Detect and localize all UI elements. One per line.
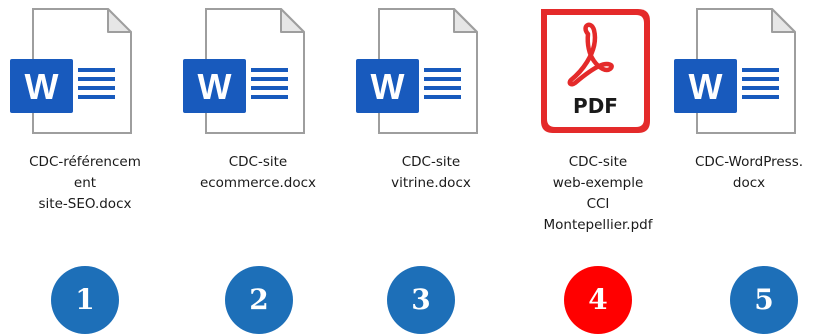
file-name-line: web-exemple bbox=[552, 175, 644, 191]
svg-text:W: W bbox=[198, 66, 232, 107]
file-name-line: docx bbox=[732, 175, 766, 191]
file-name-line: CDC-site bbox=[228, 154, 288, 170]
number-badge: 3 bbox=[387, 266, 455, 334]
file-name-line: Montepellier.pdf bbox=[543, 217, 653, 233]
word-document-icon[interactable]: W bbox=[664, 6, 834, 142]
file-name-line: CDC-référencem bbox=[29, 154, 141, 170]
number-badge: 2 bbox=[225, 266, 293, 334]
number-badge: 4 bbox=[564, 266, 632, 334]
file-name-line: CDC-WordPress. bbox=[694, 154, 804, 170]
file-name-line: CCI bbox=[586, 196, 610, 212]
svg-text:W: W bbox=[25, 66, 59, 107]
file-name-line: ecommerce.docx bbox=[199, 175, 317, 191]
svg-text:W: W bbox=[689, 66, 723, 107]
word-document-icon[interactable]: W bbox=[0, 6, 170, 142]
file-item-2[interactable]: W CDC-site ecommerce.docx 2 bbox=[173, 0, 343, 334]
number-badge: 5 bbox=[730, 266, 798, 334]
pdf-document-icon[interactable]: PDF bbox=[513, 6, 683, 142]
file-item-3[interactable]: W CDC-site vitrine.docx 3 bbox=[346, 0, 516, 334]
file-name-label[interactable]: CDC-site web-exemple CCI Montepellier.pd… bbox=[513, 152, 683, 236]
file-name-label[interactable]: CDC-référencem ent site-SEO.docx bbox=[0, 152, 170, 215]
file-name-line: site-SEO.docx bbox=[38, 196, 132, 212]
file-name-label[interactable]: CDC-WordPress. docx bbox=[664, 152, 834, 194]
file-item-1[interactable]: W CDC-référencem ent site-SEO.docx 1 bbox=[0, 0, 170, 334]
file-name-line: vitrine.docx bbox=[391, 175, 471, 191]
number-badge: 1 bbox=[51, 266, 119, 334]
file-item-5[interactable]: W CDC-WordPress. docx 5 bbox=[664, 0, 834, 334]
file-name-line: CDC-site bbox=[401, 154, 461, 170]
pdf-text: PDF bbox=[573, 94, 618, 118]
file-name-line: ent bbox=[73, 175, 97, 191]
file-name-line: CDC-site bbox=[568, 154, 628, 170]
file-item-4[interactable]: PDF CDC-site web-exemple CCI Montepellie… bbox=[513, 0, 683, 334]
file-name-label[interactable]: CDC-site vitrine.docx bbox=[346, 152, 516, 194]
svg-text:W: W bbox=[371, 66, 405, 107]
word-document-icon[interactable]: W bbox=[346, 6, 516, 142]
word-document-icon[interactable]: W bbox=[173, 6, 343, 142]
file-name-label[interactable]: CDC-site ecommerce.docx bbox=[173, 152, 343, 194]
